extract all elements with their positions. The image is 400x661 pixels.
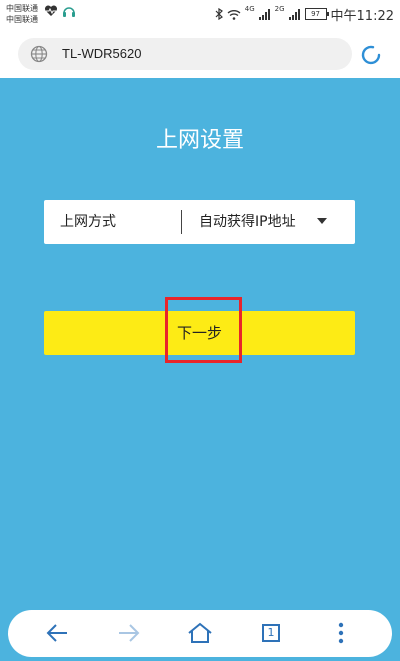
- carrier-info: 中国联通 中国联通: [6, 3, 38, 25]
- back-button[interactable]: [42, 618, 72, 648]
- browser-toolbar: 1: [8, 610, 392, 657]
- bluetooth-icon: [215, 8, 223, 20]
- annotation-highlight-box: [165, 297, 242, 363]
- connection-type-select[interactable]: 上网方式 自动获得IP地址: [44, 200, 355, 244]
- tab-count: 1: [262, 624, 280, 642]
- menu-button[interactable]: [326, 618, 356, 648]
- status-icons: 4G 2G 97 中午11:22: [215, 5, 394, 24]
- battery-icon: 97: [304, 8, 329, 20]
- forward-button[interactable]: [114, 618, 144, 648]
- wifi-icon: [227, 9, 241, 20]
- refresh-icon[interactable]: [359, 43, 383, 67]
- signal-strength-icon-2: [288, 8, 300, 20]
- tabs-button[interactable]: 1: [256, 618, 286, 648]
- url-text: TL-WDR5620: [62, 46, 142, 61]
- signal-strength-icon: [258, 8, 270, 20]
- status-bar: 中国联通 中国联通 4G 2G 97 中午11:22: [0, 0, 400, 30]
- sim2-network-badge: 2G: [274, 5, 285, 13]
- home-button[interactable]: [185, 618, 215, 648]
- forward-arrow-icon: [119, 624, 140, 642]
- carrier-line-2: 中国联通: [6, 15, 38, 24]
- connection-type-value: 自动获得IP地址: [199, 214, 296, 230]
- address-bar: TL-WDR5620: [0, 30, 400, 78]
- globe-icon: [30, 45, 48, 63]
- sim1-network-badge: 4G: [244, 5, 255, 13]
- more-vertical-icon: [338, 622, 344, 644]
- headset-icon: [63, 7, 75, 17]
- health-heart-icon: [44, 5, 58, 16]
- page-title: 上网设置: [155, 128, 244, 153]
- home-icon: [188, 622, 212, 643]
- carrier-line-1: 中国联通: [6, 4, 38, 13]
- dropdown-arrow-icon: [317, 218, 327, 224]
- back-arrow-icon: [46, 624, 67, 642]
- url-field[interactable]: TL-WDR5620: [18, 38, 352, 70]
- connection-type-label: 上网方式: [60, 214, 116, 230]
- clock: 中午11:22: [330, 8, 394, 24]
- select-divider: [181, 210, 182, 234]
